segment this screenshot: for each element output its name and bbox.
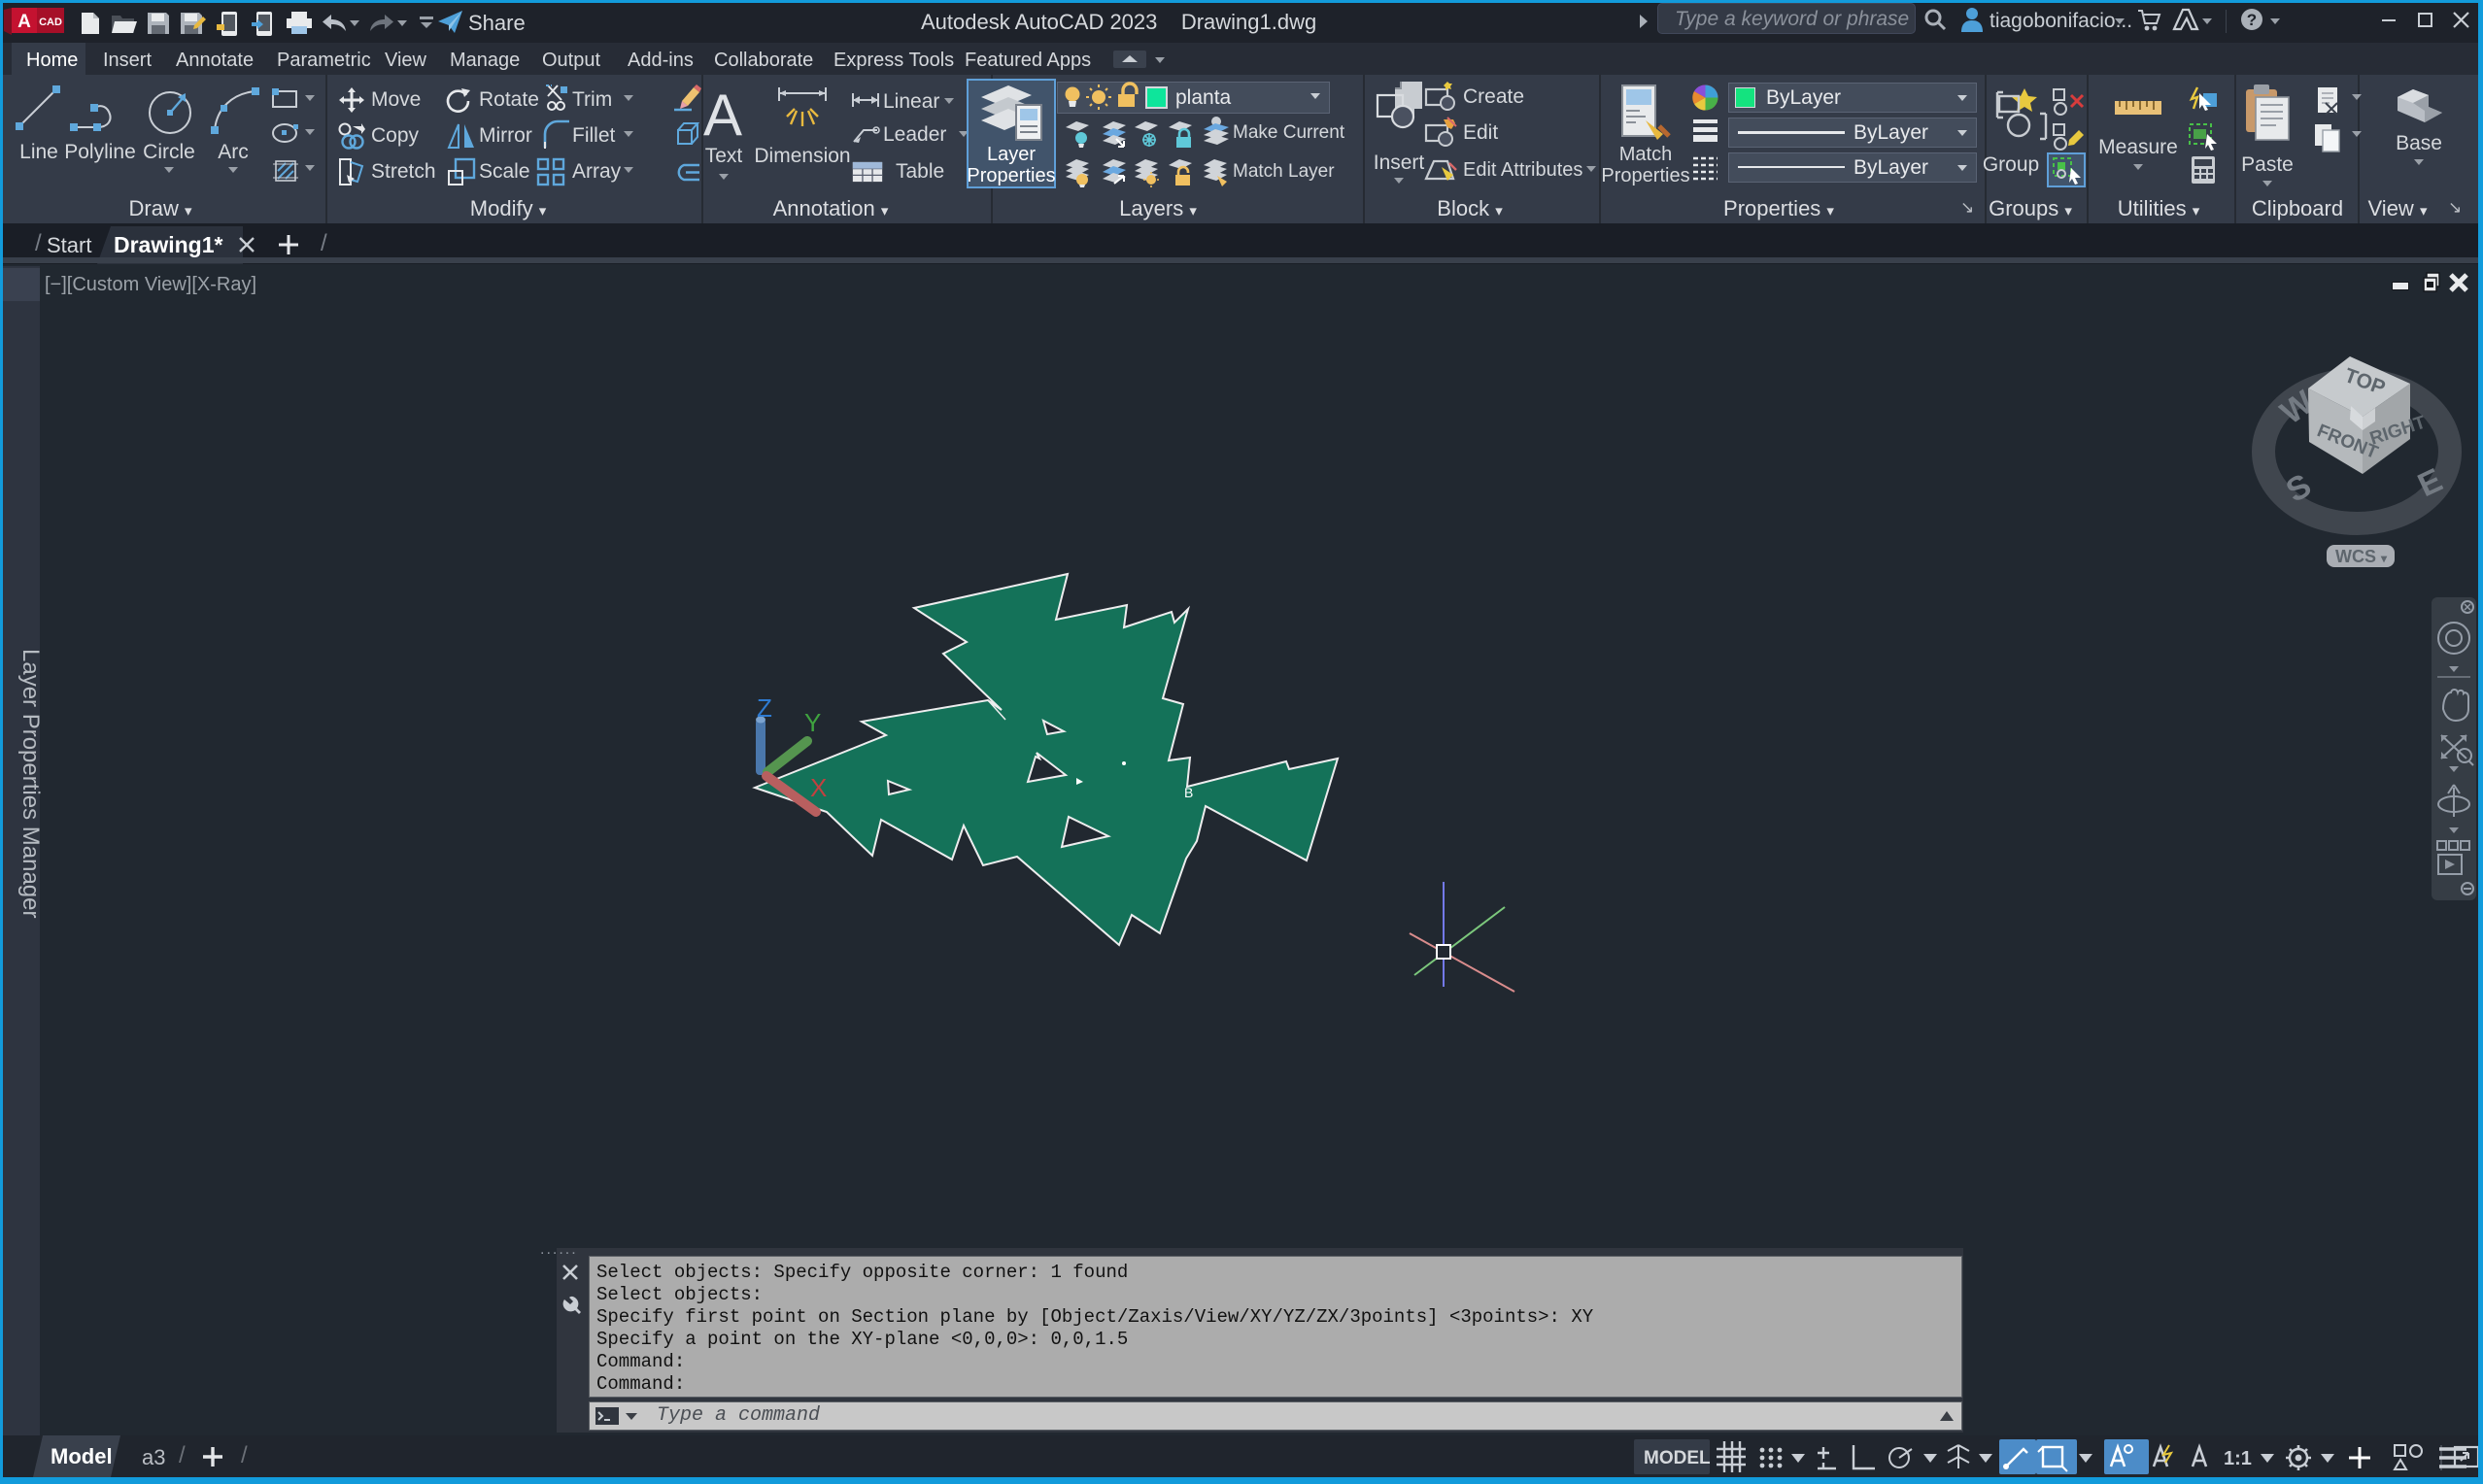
svg-text:B: B: [1184, 785, 1193, 800]
svg-text:X: X: [810, 773, 827, 802]
svg-text:Z: Z: [757, 693, 772, 723]
svg-text:1:1: 1:1: [2224, 1448, 2252, 1469]
svg-text:Y: Y: [804, 708, 821, 737]
